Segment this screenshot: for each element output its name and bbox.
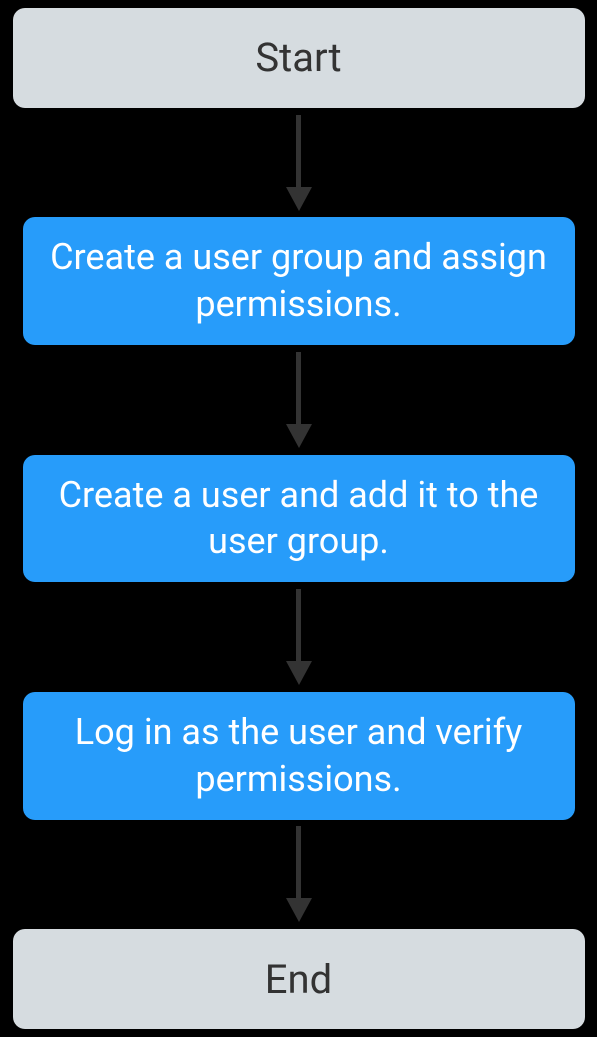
arrow-icon	[286, 345, 312, 455]
step1-node: Create a user group and assign permissio…	[23, 217, 575, 345]
arrow-icon	[286, 108, 312, 218]
step1-label: Create a user group and assign permissio…	[43, 234, 555, 328]
step3-label: Log in as the user and verify permission…	[43, 709, 555, 803]
start-label: Start	[255, 34, 341, 81]
step2-node: Create a user and add it to the user gro…	[23, 455, 575, 583]
end-label: End	[265, 956, 332, 1003]
step2-label: Create a user and add it to the user gro…	[43, 472, 555, 566]
end-node: End	[13, 929, 585, 1029]
step3-node: Log in as the user and verify permission…	[23, 692, 575, 820]
arrow-icon	[286, 582, 312, 692]
start-node: Start	[13, 8, 585, 108]
arrow-icon	[286, 820, 312, 930]
